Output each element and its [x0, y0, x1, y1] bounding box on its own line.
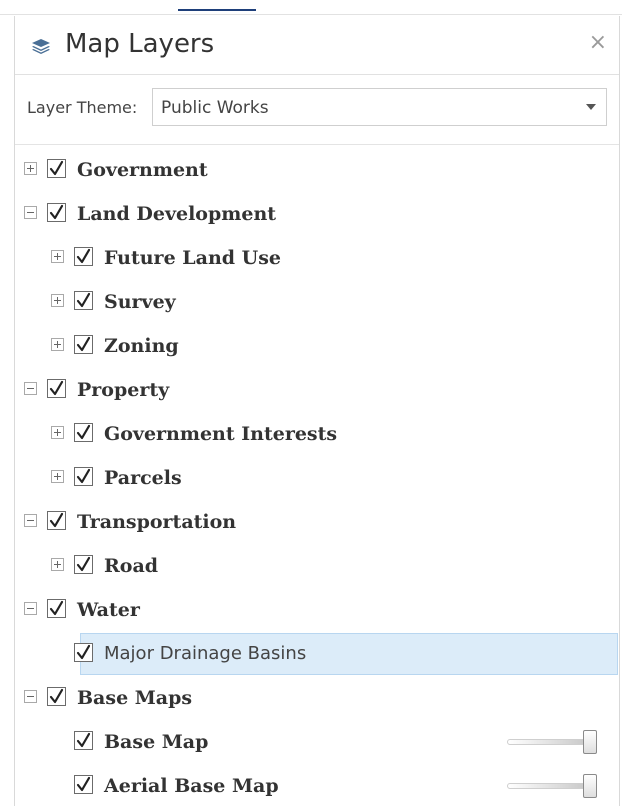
- layer-row[interactable]: Transportation: [15, 501, 619, 543]
- expand-icon[interactable]: [51, 338, 64, 351]
- layer-label: Government: [77, 159, 208, 181]
- layer-theme-row: Layer Theme: Public Works: [15, 86, 619, 130]
- layer-label: Transportation: [77, 511, 237, 533]
- layer-checkbox[interactable]: [74, 643, 93, 662]
- expand-icon[interactable]: [51, 250, 64, 263]
- layer-checkbox[interactable]: [74, 467, 93, 486]
- layer-row[interactable]: Road: [15, 545, 619, 587]
- layer-label: Water: [77, 599, 140, 621]
- layer-checkbox[interactable]: [74, 247, 93, 266]
- close-icon[interactable]: ×: [589, 32, 607, 54]
- layer-checkbox[interactable]: [74, 555, 93, 574]
- layer-row[interactable]: Government: [15, 149, 619, 191]
- layer-checkbox[interactable]: [74, 731, 93, 750]
- expand-icon[interactable]: [51, 470, 64, 483]
- layer-checkbox[interactable]: [74, 335, 93, 354]
- top-bar: [0, 0, 622, 15]
- layers-icon: [32, 39, 50, 54]
- layer-row[interactable]: Zoning: [15, 325, 619, 367]
- layer-row[interactable]: Land Development: [15, 193, 619, 235]
- layer-label: Base Map: [104, 731, 209, 753]
- layer-label: Survey: [104, 291, 176, 313]
- layer-checkbox[interactable]: [47, 379, 66, 398]
- opacity-slider[interactable]: [507, 730, 599, 754]
- collapse-icon[interactable]: [24, 382, 37, 395]
- layer-label: Base Maps: [77, 687, 193, 709]
- slider-track: [507, 783, 587, 789]
- layer-label: Aerial Base Map: [104, 775, 279, 797]
- layer-label: Parcels: [104, 467, 182, 489]
- expand-icon[interactable]: [51, 294, 64, 307]
- layer-checkbox[interactable]: [74, 291, 93, 310]
- layer-label: Zoning: [104, 335, 179, 357]
- layer-row[interactable]: Parcels: [15, 457, 619, 499]
- chevron-down-icon: [586, 104, 596, 110]
- layer-row[interactable]: Major Drainage Basins: [15, 633, 619, 675]
- slider-thumb[interactable]: [583, 774, 597, 798]
- layer-row[interactable]: Property: [15, 369, 619, 411]
- layer-label: Government Interests: [104, 423, 338, 445]
- layer-label: Major Drainage Basins: [104, 643, 307, 664]
- layer-checkbox[interactable]: [47, 159, 66, 178]
- layer-row[interactable]: Water: [15, 589, 619, 631]
- layer-row[interactable]: Base Maps: [15, 677, 619, 719]
- expand-icon[interactable]: [51, 426, 64, 439]
- layer-row[interactable]: Government Interests: [15, 413, 619, 455]
- layer-theme-value: Public Works: [161, 98, 269, 118]
- layer-checkbox[interactable]: [47, 599, 66, 618]
- layer-theme-select[interactable]: Public Works: [152, 88, 607, 126]
- panel-header: Map Layers ×: [15, 16, 619, 75]
- map-layers-panel: Map Layers × Layer Theme: Public Works G…: [14, 16, 620, 806]
- layer-row[interactable]: Base Map: [15, 721, 619, 763]
- layer-row[interactable]: Survey: [15, 281, 619, 323]
- expand-icon[interactable]: [24, 162, 37, 175]
- layer-row[interactable]: Aerial Base Map: [15, 765, 619, 807]
- layer-checkbox[interactable]: [74, 775, 93, 794]
- layer-label: Road: [104, 555, 159, 577]
- collapse-icon[interactable]: [24, 514, 37, 527]
- layer-label: Future Land Use: [104, 247, 282, 269]
- layer-checkbox[interactable]: [47, 203, 66, 222]
- expand-icon[interactable]: [51, 558, 64, 571]
- layer-checkbox[interactable]: [74, 423, 93, 442]
- slider-track: [507, 739, 587, 745]
- slider-thumb[interactable]: [583, 730, 597, 754]
- layer-row[interactable]: Future Land Use: [15, 237, 619, 279]
- collapse-icon[interactable]: [24, 602, 37, 615]
- collapse-icon[interactable]: [24, 690, 37, 703]
- collapse-icon[interactable]: [24, 206, 37, 219]
- top-divider: [0, 14, 622, 15]
- panel-title: Map Layers: [65, 29, 215, 59]
- layer-label: Property: [77, 379, 170, 401]
- opacity-slider[interactable]: [507, 774, 599, 798]
- active-tab-indicator: [178, 9, 256, 11]
- layer-checkbox[interactable]: [47, 687, 66, 706]
- divider: [15, 144, 619, 145]
- layer-checkbox[interactable]: [47, 511, 66, 530]
- layer-theme-label: Layer Theme:: [27, 98, 138, 117]
- layer-label: Land Development: [77, 203, 277, 225]
